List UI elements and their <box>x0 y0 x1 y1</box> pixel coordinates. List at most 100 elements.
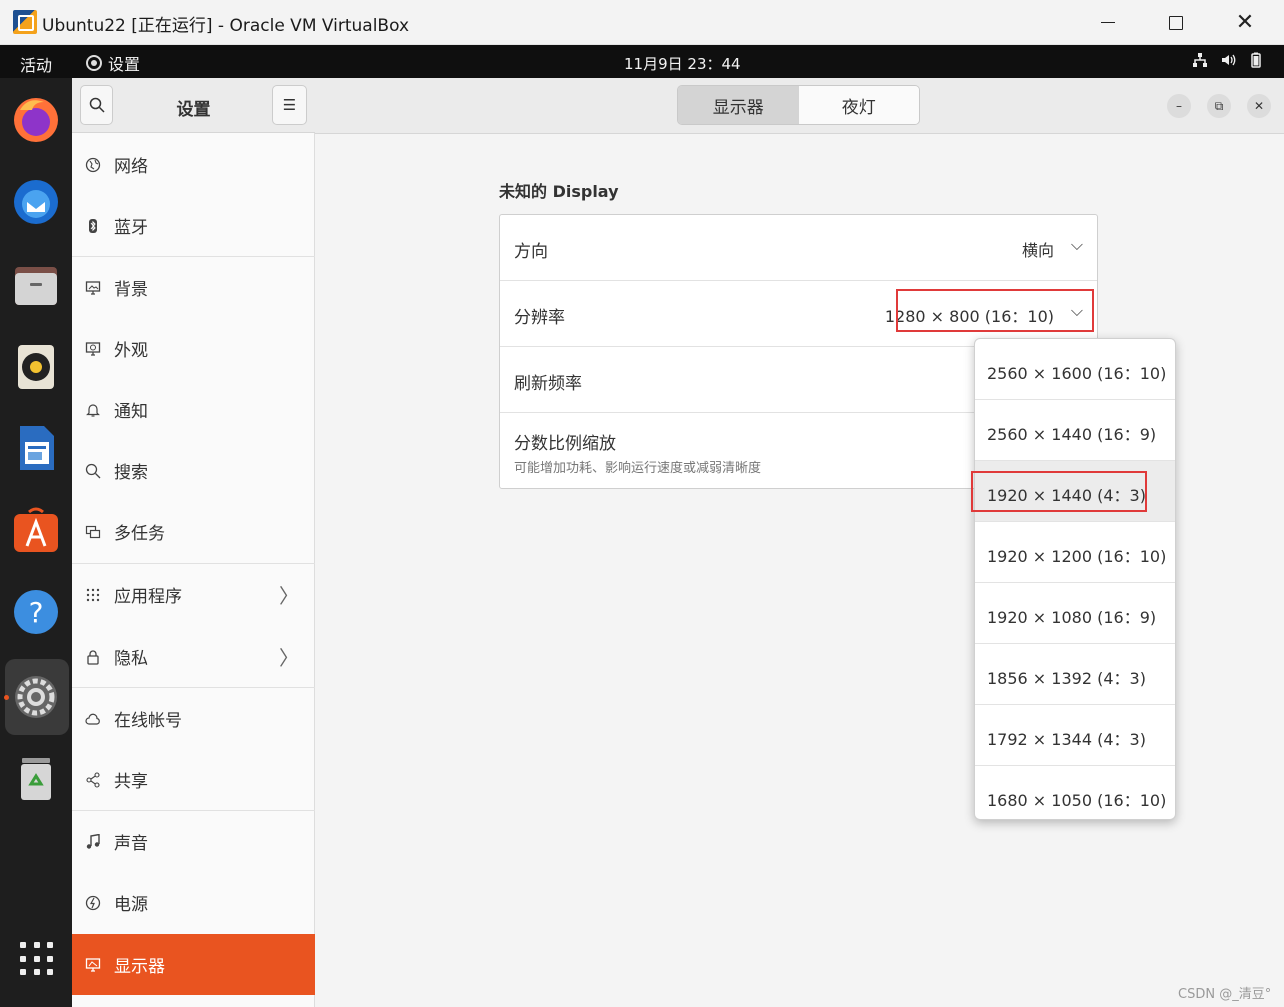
sidebar-item-label: 通知 <box>114 402 148 422</box>
help-icon[interactable]: ? <box>12 588 60 636</box>
sidebar-item-label: 在线帐号 <box>114 711 182 731</box>
app-center-icon[interactable] <box>12 506 60 554</box>
sidebar-item-sharing[interactable]: 共享 <box>72 749 315 810</box>
network-wired-icon <box>1193 53 1207 67</box>
sidebar-item-label: 声音 <box>114 834 148 854</box>
row-label: 分数比例缩放 <box>514 434 616 454</box>
sidebar-menu-button[interactable]: ☰ <box>272 85 307 125</box>
option-annotation-box <box>971 471 1147 512</box>
resolution-annotation-box <box>896 289 1094 332</box>
sidebar-item-label: 网络 <box>114 157 148 177</box>
hamburger-icon: ☰ <box>282 96 297 114</box>
thunderbird-icon[interactable] <box>12 178 60 226</box>
files-icon[interactable] <box>12 261 60 309</box>
lock-icon <box>72 649 114 665</box>
resolution-dropdown: 2560 × 1600 (16：10) 2560 × 1440 (16：9) 1… <box>974 338 1176 820</box>
sidebar-item-displays[interactable]: 显示器 <box>72 934 315 995</box>
search-icon <box>72 463 114 479</box>
sidebar-item-label: 共享 <box>114 772 148 792</box>
libreoffice-writer-icon[interactable] <box>12 424 60 472</box>
sidebar-item-online-accounts[interactable]: 在线帐号 <box>72 688 315 749</box>
row-label: 方向 <box>514 242 548 262</box>
row-sublabel: 可能增加功耗、影响运行速度或减弱清晰度 <box>514 461 762 476</box>
orientation-value: 横向 <box>1021 241 1054 260</box>
resolution-option[interactable]: 2560 × 1440 (16：9) <box>975 400 1175 461</box>
resolution-option[interactable]: 1920 × 1200 (16：10) <box>975 522 1175 583</box>
display-title: 未知的 Display <box>499 182 619 201</box>
sidebar-item-bluetooth[interactable]: 蓝牙 <box>72 195 315 256</box>
resolution-option[interactable]: 1792 × 1344 (4：3) <box>975 705 1175 766</box>
sidebar-item-label: 蓝牙 <box>114 218 148 238</box>
close-button[interactable]: ✕ <box>1210 0 1280 45</box>
app-menu-label: 设置 <box>108 55 141 74</box>
share-icon <box>72 771 114 788</box>
sidebar-item-power[interactable]: 电源 <box>72 872 315 933</box>
multitask-icon <box>72 524 114 540</box>
content-header: 显示器 夜灯 – ⧉ ✕ <box>315 78 1284 134</box>
ubuntu-top-bar: 活动 设置 11月9日 23：44 <box>0 45 1284 78</box>
row-label: 刷新频率 <box>514 374 582 394</box>
rhythmbox-icon[interactable] <box>12 343 60 391</box>
watermark: CSDN @_清豆° <box>1178 987 1272 1002</box>
sidebar-item-label: 多任务 <box>114 524 165 544</box>
minimize-icon: – <box>1176 99 1182 113</box>
volume-icon <box>1222 54 1236 66</box>
minimize-icon <box>1101 22 1115 23</box>
sidebar-item-search[interactable]: 搜索 <box>72 440 315 501</box>
tab-night-light[interactable]: 夜灯 <box>798 86 919 124</box>
chevron-right-icon: 〉 <box>279 646 299 670</box>
window-title: Ubuntu22 [正在运行] - Oracle VM VirtualBox <box>42 16 410 36</box>
resolution-option[interactable]: 1856 × 1392 (4：3) <box>975 644 1175 705</box>
sidebar-item-label: 外观 <box>114 341 148 361</box>
virtualbox-icon <box>13 10 37 34</box>
close-icon: ✕ <box>1235 9 1255 35</box>
window-titlebar: Ubuntu22 [正在运行] - Oracle VM VirtualBox ✕ <box>0 0 1284 45</box>
resolution-option[interactable]: 1680 × 1050 (16：10) <box>975 766 1175 819</box>
sidebar-item-notifications[interactable]: 通知 <box>72 379 315 440</box>
sidebar-item-appearance[interactable]: 外观 <box>72 318 315 379</box>
sidebar-item-privacy[interactable]: 隐私 〉 <box>72 626 315 687</box>
power-icon <box>72 895 114 911</box>
sidebar-item-applications[interactable]: 应用程序 〉 <box>72 564 315 625</box>
minimize-button[interactable] <box>1073 0 1143 45</box>
settings-icon[interactable] <box>12 673 60 721</box>
bluetooth-icon <box>72 218 114 234</box>
clock[interactable]: 11月9日 23：44 <box>624 53 741 74</box>
resolution-option[interactable]: 2560 × 1600 (16：10) <box>975 339 1175 400</box>
activities-button[interactable]: 活动 <box>20 52 52 76</box>
tab-displays[interactable]: 显示器 <box>678 86 799 124</box>
sidebar-item-label: 应用程序 <box>114 587 182 607</box>
settings-minimize-button[interactable]: – <box>1167 94 1191 118</box>
chevron-right-icon: 〉 <box>279 584 299 608</box>
settings-restore-button[interactable]: ⧉ <box>1207 94 1231 118</box>
settings-close-button[interactable]: ✕ <box>1247 94 1271 118</box>
sidebar-item-label: 显示器 <box>114 957 165 977</box>
sidebar-item-multitasking[interactable]: 多任务 <box>72 501 315 562</box>
firefox-icon[interactable] <box>12 96 60 144</box>
sidebar-item-network[interactable]: 网络 <box>72 134 315 195</box>
show-apps-icon[interactable] <box>20 942 54 976</box>
sidebar-item-label: 隐私 <box>114 649 148 669</box>
view-switcher: 显示器 夜灯 <box>677 85 920 125</box>
resolution-option[interactable]: 1920 × 1080 (16：9) <box>975 583 1175 644</box>
system-tray[interactable] <box>1192 52 1264 68</box>
maximize-button[interactable] <box>1141 0 1211 45</box>
orientation-row[interactable]: 方向 横向 ⌵ <box>500 215 1097 281</box>
bell-icon <box>72 402 114 418</box>
dock: ? <box>0 78 72 1007</box>
sidebar-item-label: 电源 <box>114 895 148 915</box>
app-menu[interactable]: 设置 <box>86 51 140 75</box>
sidebar-item-background[interactable]: 背景 <box>72 257 315 318</box>
gear-icon <box>86 55 102 71</box>
battery-icon <box>1251 52 1261 68</box>
sidebar-header: 设置 ☰ <box>72 78 315 133</box>
sidebar-item-label: 搜索 <box>114 463 148 483</box>
row-label: 分辨率 <box>514 308 565 328</box>
music-note-icon <box>72 833 114 850</box>
apps-grid-icon <box>72 587 114 603</box>
running-indicator <box>4 695 9 700</box>
sidebar-item-sound[interactable]: 声音 <box>72 811 315 872</box>
appearance-icon <box>72 341 114 357</box>
cloud-icon <box>72 711 114 727</box>
trash-icon[interactable] <box>12 754 60 802</box>
